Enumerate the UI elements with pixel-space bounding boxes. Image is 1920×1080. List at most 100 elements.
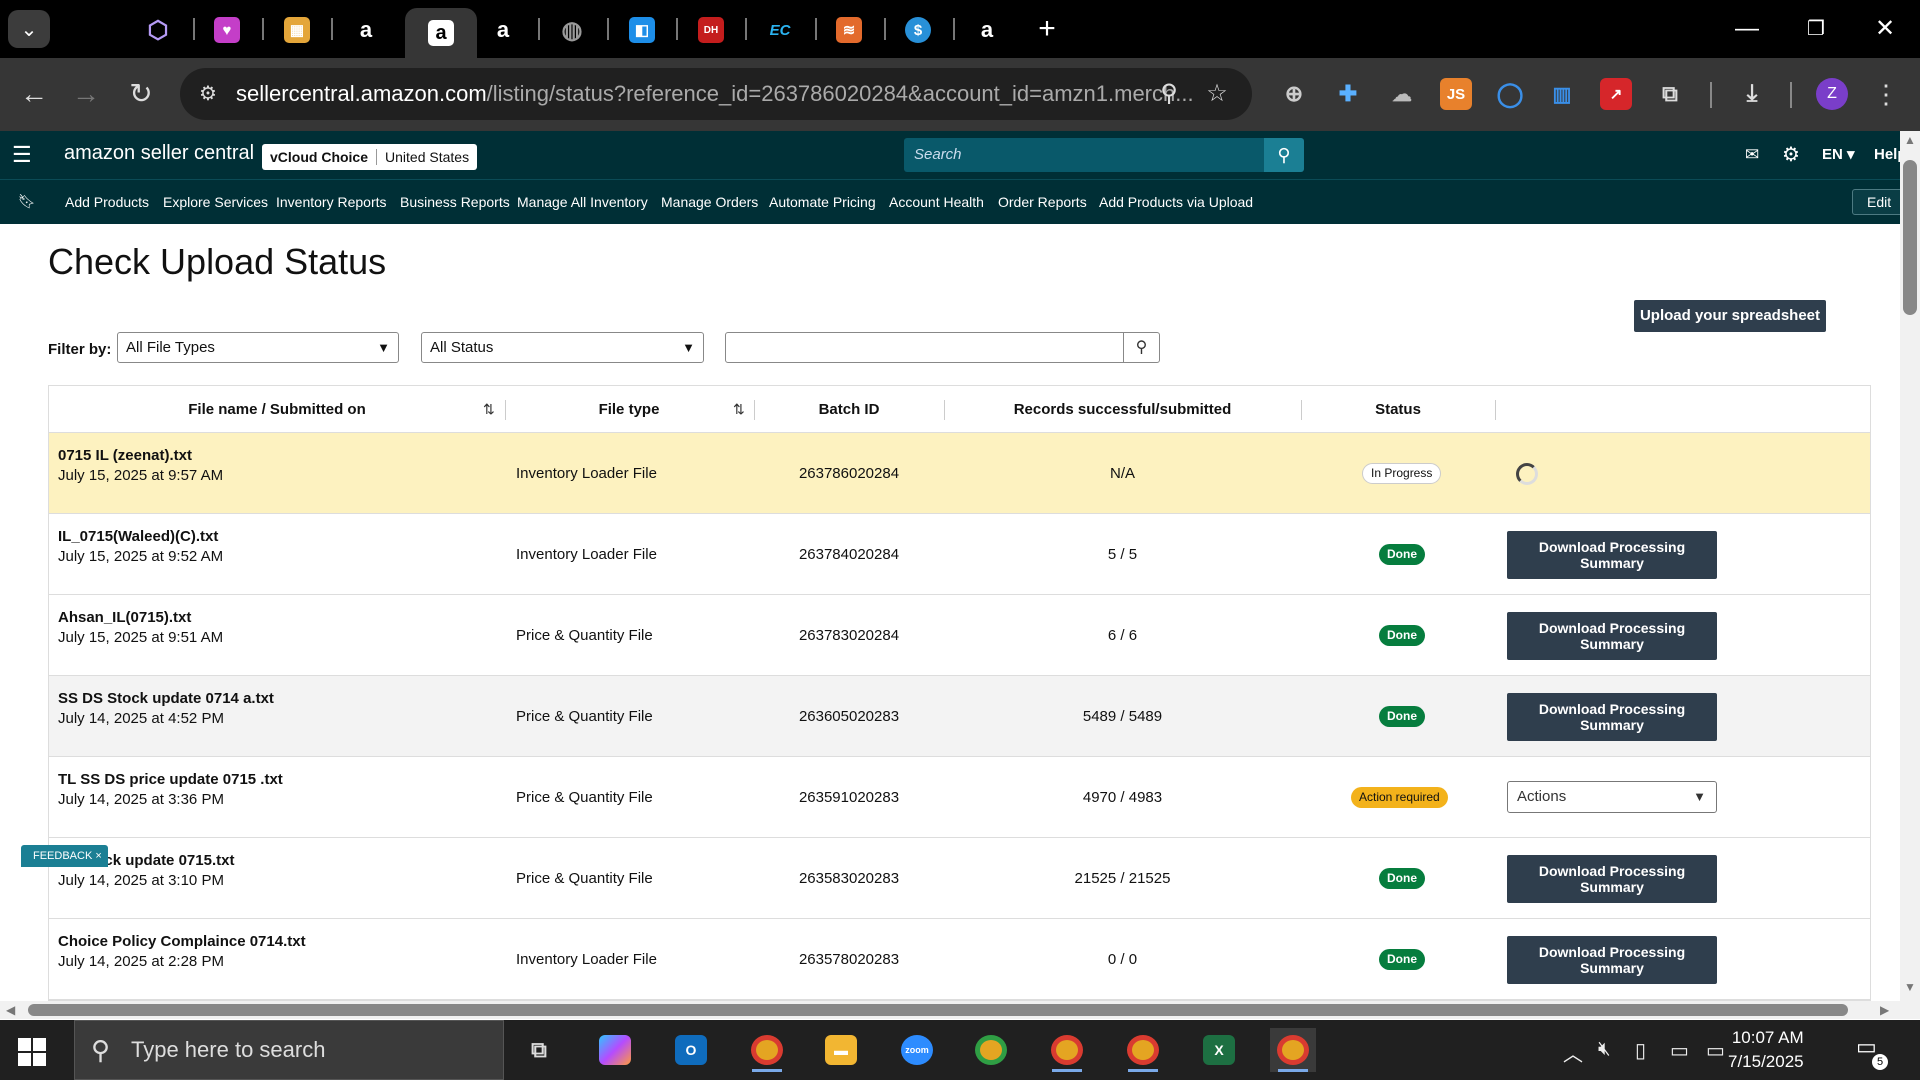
header-search-input[interactable]: Search: [904, 138, 1264, 172]
taskbar-outlook[interactable]: O: [668, 1028, 714, 1072]
browser-tab[interactable]: ◍: [550, 10, 594, 50]
minimize-icon[interactable]: —: [1724, 12, 1770, 46]
taskbar-zoom[interactable]: zoom: [894, 1028, 940, 1072]
bookmark-star-icon[interactable]: ☆: [1202, 79, 1232, 109]
mail-icon[interactable]: ✉: [1745, 143, 1759, 167]
nav-automate-pricing[interactable]: Automate Pricing: [769, 180, 876, 225]
download-summary-button[interactable]: Download Processing Summary: [1507, 612, 1717, 660]
new-tab-button[interactable]: +: [1032, 10, 1062, 48]
scroll-down-arrow-icon[interactable]: ▼: [1904, 980, 1916, 994]
battery-icon[interactable]: ▭: [1670, 1038, 1689, 1063]
download-summary-button[interactable]: Download Processing Summary: [1507, 936, 1717, 984]
device-icon[interactable]: ▯: [1635, 1038, 1646, 1063]
horizontal-scroll-thumb[interactable]: [28, 1004, 1848, 1016]
seller-central-logo[interactable]: amazon seller central: [64, 142, 254, 165]
feedback-close-icon[interactable]: ×: [95, 850, 101, 862]
task-view-button[interactable]: ⧉: [516, 1028, 562, 1072]
settings-gear-icon[interactable]: ⚙: [1782, 143, 1800, 167]
hamburger-menu-icon[interactable]: ☰: [12, 143, 36, 167]
show-hidden-icons-icon[interactable]: ︿: [1563, 1038, 1583, 1067]
volume-muted-icon[interactable]: 🔇︎: [1598, 1038, 1611, 1061]
taskbar-chrome-3[interactable]: [1044, 1028, 1090, 1072]
tab-search-button[interactable]: ⌄: [8, 10, 50, 48]
forward-icon[interactable]: →: [70, 78, 102, 110]
nav-manage-all-inventory[interactable]: Manage All Inventory: [517, 180, 648, 225]
browser-menu-icon[interactable]: ⋮: [1872, 78, 1900, 110]
language-selector[interactable]: EN ▾: [1822, 143, 1855, 167]
taskbar-excel[interactable]: X: [1196, 1028, 1242, 1072]
file-search-input[interactable]: [725, 332, 1124, 363]
status-filter[interactable]: All Status ▼: [421, 332, 704, 363]
search-icon[interactable]: ⚲: [1264, 138, 1304, 172]
profile-avatar[interactable]: Z: [1816, 78, 1848, 110]
taskbar-clock[interactable]: 10:07 AM 7/15/2025: [1728, 1026, 1804, 1074]
actions-dropdown[interactable]: Actions ▼: [1507, 781, 1717, 813]
nav-manage-orders[interactable]: Manage Orders: [661, 180, 758, 225]
sort-icon[interactable]: ⇅: [483, 386, 495, 433]
vertical-scroll-thumb[interactable]: [1903, 160, 1917, 315]
scroll-left-arrow-icon[interactable]: ◀: [6, 1003, 15, 1017]
browser-tab[interactable]: a: [481, 10, 525, 50]
restore-icon[interactable]: ❐: [1793, 12, 1839, 46]
browser-tab[interactable]: ♥: [205, 10, 249, 50]
browser-tab[interactable]: a: [965, 10, 1009, 50]
scroll-up-arrow-icon[interactable]: ▲: [1904, 133, 1916, 147]
circle-extension-icon[interactable]: ◯: [1494, 78, 1526, 110]
download-summary-button[interactable]: Download Processing Summary: [1507, 855, 1717, 903]
download-summary-button[interactable]: Download Processing Summary: [1507, 693, 1717, 741]
close-window-icon[interactable]: ✕: [1862, 12, 1908, 46]
status-badge: Done: [1379, 868, 1425, 889]
browser-tab[interactable]: ≋: [827, 10, 871, 50]
file-type-filter[interactable]: All File Types ▼: [117, 332, 399, 363]
download-summary-button[interactable]: Download Processing Summary: [1507, 531, 1717, 579]
site-info-icon[interactable]: ⚙: [194, 80, 222, 108]
reload-icon[interactable]: ↻: [125, 78, 157, 110]
puzzle-icon[interactable]: ⧉: [1654, 78, 1686, 110]
browser-tab[interactable]: $: [896, 10, 940, 50]
network-icon[interactable]: ▭: [1706, 1038, 1725, 1063]
nav-account-health[interactable]: Account Health: [889, 180, 984, 225]
col-file-type: File type: [598, 401, 660, 418]
zoom-icon[interactable]: ⚲: [1154, 79, 1184, 109]
browser-tab[interactable]: ◧: [620, 10, 664, 50]
taskbar-chrome[interactable]: [744, 1028, 790, 1072]
nav-business-reports[interactable]: Business Reports: [400, 180, 510, 225]
chart-extension-icon[interactable]: ▥: [1546, 78, 1578, 110]
js-extension-icon[interactable]: JS: [1440, 78, 1472, 110]
taskbar-copilot[interactable]: [592, 1028, 638, 1072]
arrow-extension-icon[interactable]: ↗: [1600, 78, 1632, 110]
browser-tab[interactable]: ▦: [275, 10, 319, 50]
edit-nav-button[interactable]: Edit: [1852, 189, 1900, 215]
nav-inventory-reports[interactable]: Inventory Reports: [276, 180, 387, 225]
scroll-right-arrow-icon[interactable]: ▶: [1880, 1003, 1889, 1017]
taskbar-chrome-active[interactable]: [1270, 1028, 1316, 1072]
taskbar-search-input[interactable]: ⚲ Type here to search: [74, 1020, 504, 1080]
globe-extension-icon[interactable]: ⊕: [1278, 78, 1310, 110]
taskbar-chrome-4[interactable]: [1120, 1028, 1166, 1072]
taskbar-file-explorer[interactable]: ▬: [818, 1028, 864, 1072]
back-icon[interactable]: ←: [18, 78, 50, 110]
browser-tab[interactable]: DH: [689, 10, 733, 50]
nav-add-products[interactable]: Add Products: [65, 180, 149, 225]
upload-spreadsheet-button[interactable]: Upload your spreadsheet: [1634, 300, 1826, 332]
download-icon[interactable]: ⤓: [1736, 78, 1768, 110]
cloud-extension-icon[interactable]: ☁: [1386, 78, 1418, 110]
nav-add-products-via-upload[interactable]: Add Products via Upload: [1099, 180, 1253, 225]
help-link[interactable]: Help: [1874, 143, 1900, 167]
taskbar-chrome-2[interactable]: [968, 1028, 1014, 1072]
browser-tab-active[interactable]: a: [405, 8, 477, 58]
browser-tab[interactable]: EC: [758, 10, 802, 50]
chrome-icon: [1051, 1035, 1083, 1065]
bookmark-icon[interactable]: 🔖︎: [18, 193, 36, 210]
feedback-tab[interactable]: FEEDBACK ×: [21, 845, 108, 867]
account-switcher[interactable]: vCloud Choice United States: [262, 144, 478, 170]
file-search-icon[interactable]: ⚲: [1123, 332, 1160, 363]
sort-icon[interactable]: ⇅: [733, 386, 745, 433]
windows-start-icon[interactable]: [18, 1038, 46, 1066]
address-bar[interactable]: ⚙ sellercentral.amazon.com/listing/statu…: [180, 68, 1252, 120]
nav-order-reports[interactable]: Order Reports: [998, 180, 1087, 225]
nav-explore-services[interactable]: Explore Services: [163, 180, 268, 225]
browser-tab[interactable]: ⬡: [136, 10, 180, 50]
plus-extension-icon[interactable]: ✚: [1332, 78, 1364, 110]
browser-tab[interactable]: a: [344, 10, 388, 50]
